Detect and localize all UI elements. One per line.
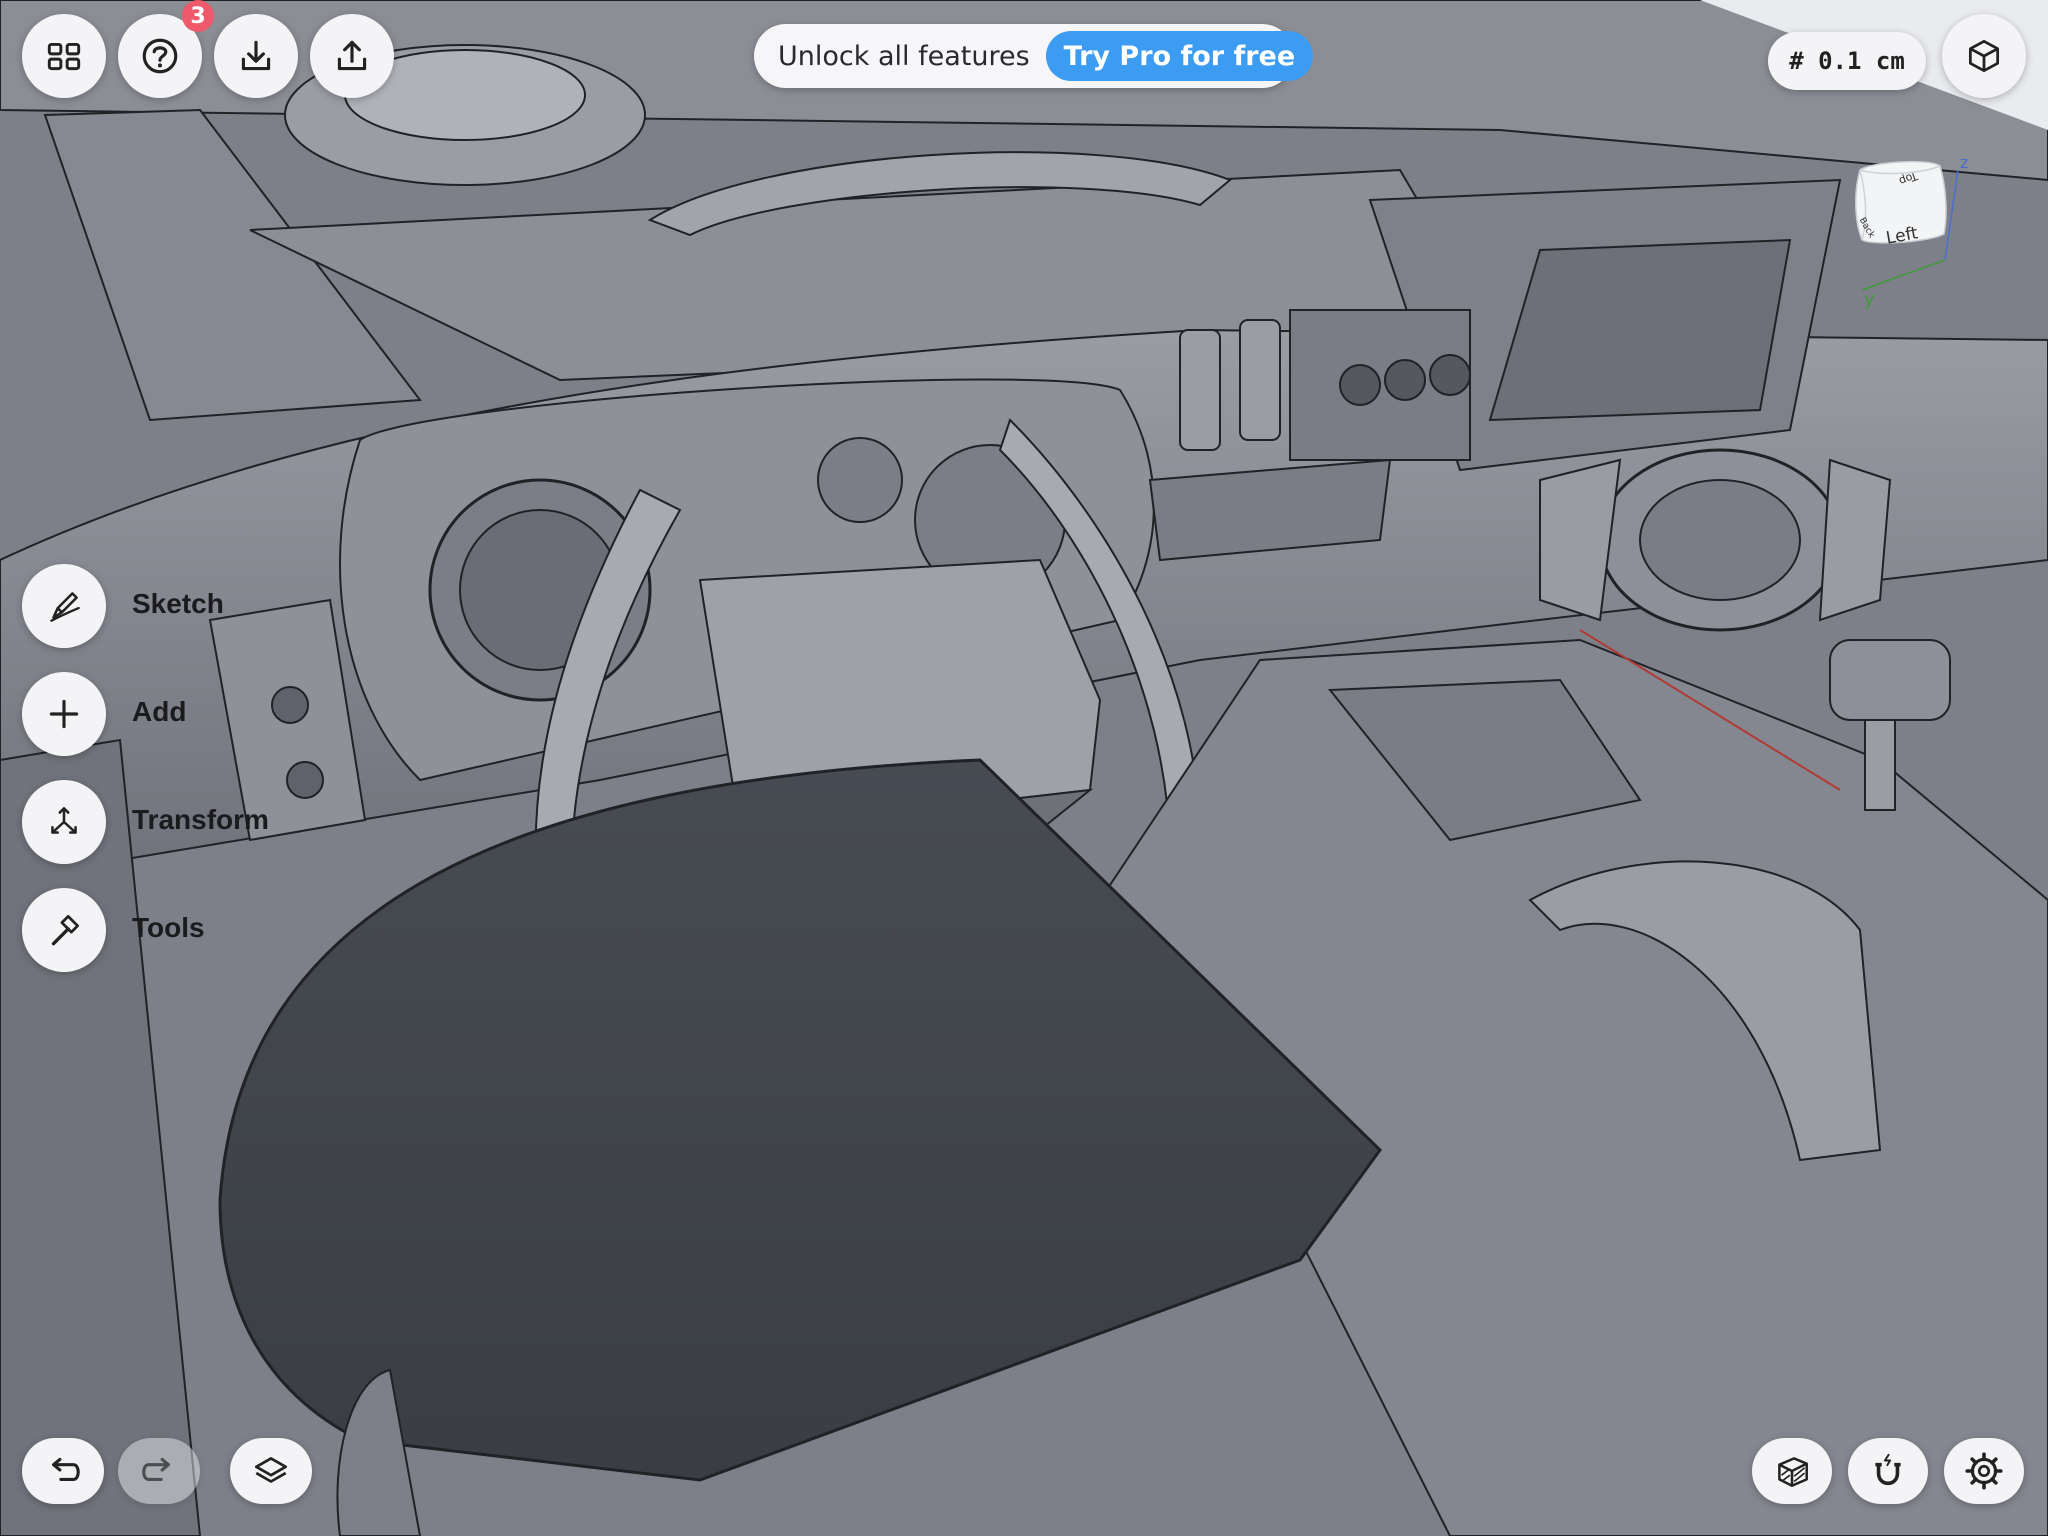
- hammer-icon: [51, 914, 80, 946]
- plus-icon: [49, 699, 79, 729]
- view-cube[interactable]: Left Top Back z y: [1840, 150, 1970, 310]
- upload-icon: [337, 40, 367, 71]
- sketch-tool-button[interactable]: [22, 564, 106, 648]
- tools-button[interactable]: [22, 888, 106, 972]
- z-axis-line: [1944, 169, 1959, 261]
- redo-icon: [142, 1457, 171, 1481]
- section-view-button[interactable]: [1752, 1438, 1832, 1504]
- cube-icon: [1968, 39, 2000, 73]
- add-tool-button[interactable]: [22, 672, 106, 756]
- 3d-viewport[interactable]: [0, 0, 2048, 1536]
- layers-icon: [254, 1457, 288, 1483]
- transform-icon: [51, 807, 77, 834]
- upgrade-banner: Unlock all features Try Pro for free: [754, 24, 1314, 88]
- layers-button[interactable]: [230, 1438, 312, 1504]
- undo-icon: [51, 1457, 80, 1481]
- section-cube-icon: [1778, 1457, 1808, 1487]
- tools-label: Tools: [132, 912, 205, 943]
- export-button[interactable]: [310, 14, 394, 98]
- undo-button[interactable]: [22, 1438, 104, 1504]
- view-mode-button[interactable]: [1942, 14, 2026, 98]
- magnet-icon: [1875, 1453, 1901, 1486]
- y-axis-line: [1861, 259, 1946, 291]
- help-button[interactable]: 3: [118, 0, 214, 98]
- add-tool-label: Add: [132, 696, 187, 727]
- sketch-tool-label: Sketch: [132, 588, 224, 619]
- view-cube-left-face[interactable]: Left: [1885, 223, 1920, 248]
- notification-badge: 3: [182, 0, 214, 32]
- y-axis-label: y: [1864, 289, 1875, 310]
- app-stage: 3 Unlock all features Try Pro for free #…: [0, 0, 2048, 1536]
- z-axis-label: z: [1960, 153, 1968, 172]
- settings-button[interactable]: [1944, 1438, 2024, 1504]
- import-button[interactable]: [214, 14, 298, 98]
- redo-button[interactable]: [118, 1438, 200, 1504]
- upgrade-text: Unlock all features: [778, 40, 1030, 72]
- snapping-button[interactable]: [1848, 1438, 1928, 1504]
- transform-tool-button[interactable]: [22, 780, 106, 864]
- pencil-icon: [50, 592, 80, 622]
- grid-menu-button[interactable]: [22, 14, 106, 98]
- download-icon: [241, 40, 271, 71]
- grid-size-button[interactable]: # 0.1 cm: [1768, 32, 1926, 90]
- transform-tool-label: Transform: [132, 804, 269, 835]
- grid-icon: [47, 42, 81, 71]
- try-pro-button[interactable]: Try Pro for free: [1045, 31, 1314, 81]
- question-icon: [142, 38, 178, 74]
- gear-icon: [1965, 1452, 2003, 1490]
